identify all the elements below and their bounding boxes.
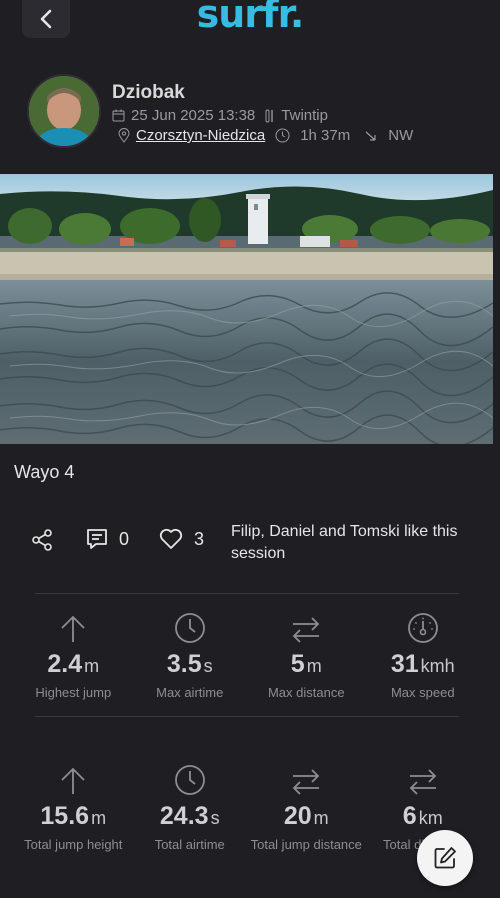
stats-top: 2.4 m Highest jump 3.5 s Max airtime 5m Ma… xyxy=(15,610,481,700)
stat-value: 31 xyxy=(390,650,419,678)
wind-direction: NW xyxy=(388,127,414,144)
session-meta-secondary: Czorsztyn-Niedzica 1h 37m NW xyxy=(118,127,413,144)
stat-highest-jump: 2.4 m Highest jump xyxy=(15,610,132,700)
heart-icon xyxy=(159,528,183,549)
session-date: 25 Jun 2025 13:38 xyxy=(131,107,256,124)
stat-unit: s xyxy=(203,656,213,676)
stat-total-jump-distance: 20 m Total jump distance xyxy=(248,762,365,852)
clock-icon xyxy=(275,128,290,143)
share-button[interactable] xyxy=(30,528,54,557)
stat-label: Max airtime xyxy=(156,685,224,700)
stat-value: 5 xyxy=(290,650,305,678)
swap-arrows-icon xyxy=(248,762,365,796)
stat-label: Total jump distance xyxy=(250,837,362,852)
stat-max-distance: 5m Max distance xyxy=(248,610,365,700)
stat-label: Highest jump xyxy=(35,685,112,700)
stat-unit: km xyxy=(418,808,443,828)
stat-value: 20 xyxy=(283,802,312,830)
edit-icon xyxy=(434,847,456,869)
stat-max-airtime: 3.5 s Max airtime xyxy=(132,610,249,700)
stat-label: Max distance xyxy=(267,685,345,700)
stat-label: Total airtime xyxy=(154,837,225,852)
stat-unit: m xyxy=(91,808,107,828)
stat-value: 15.6 xyxy=(40,802,90,830)
comment-icon xyxy=(87,529,107,549)
session-duration: 1h 37m xyxy=(300,127,351,144)
divider xyxy=(35,593,459,594)
speedometer-icon xyxy=(365,610,482,644)
wind-direction-icon xyxy=(364,130,378,142)
clock-icon xyxy=(132,762,249,796)
avatar[interactable] xyxy=(27,74,101,148)
likes-summary[interactable]: Filip, Daniel and Tomski like this sessi… xyxy=(231,521,491,565)
session-title: Wayo 4 xyxy=(14,462,75,482)
clock-icon xyxy=(132,610,249,644)
comment-button[interactable]: 0 xyxy=(85,527,129,551)
stat-value: 24.3 xyxy=(159,802,209,830)
stat-total-airtime: 24.3 s Total airtime xyxy=(132,762,249,852)
stat-label: Total jump height xyxy=(24,837,123,852)
stat-max-speed: 31 kmh Max speed xyxy=(365,610,482,700)
stat-unit: kmh xyxy=(420,656,455,676)
stat-value: 2.4 xyxy=(47,650,83,678)
stat-unit: s xyxy=(210,808,220,828)
divider xyxy=(35,716,459,717)
stat-label: Max speed xyxy=(390,685,455,700)
calendar-icon xyxy=(112,109,125,122)
stat-unit: m xyxy=(306,656,322,676)
stat-value: 6 xyxy=(402,802,417,830)
like-button[interactable]: 3 xyxy=(158,527,204,551)
stat-total-jump-height: 15.6 m Total jump height xyxy=(15,762,132,852)
edit-session-button[interactable] xyxy=(417,830,473,886)
comment-count: 0 xyxy=(119,528,130,549)
swap-arrows-icon xyxy=(248,610,365,644)
stats-bottom: 15.6 m Total jump height 24.3 s Total airt… xyxy=(15,762,481,852)
stat-unit: m xyxy=(84,656,100,676)
arrow-up-icon xyxy=(15,610,132,644)
swap-arrows-icon xyxy=(365,762,482,796)
share-icon xyxy=(32,529,52,551)
location-link[interactable]: Czorsztyn-Niedzica xyxy=(136,127,265,144)
username[interactable]: Dziobak xyxy=(112,82,185,104)
session-meta-primary: 25 Jun 2025 13:38 Twintip xyxy=(112,107,328,124)
stat-unit: m xyxy=(313,808,329,828)
board-icon xyxy=(265,109,275,123)
location-pin-icon xyxy=(118,128,130,143)
stat-value: 3.5 xyxy=(166,650,202,678)
like-count: 3 xyxy=(194,528,205,549)
session-photo[interactable] xyxy=(0,174,493,444)
social-actions: 0 3 Filip, Daniel and Tomski like this s… xyxy=(30,518,480,568)
board-type: Twintip xyxy=(281,107,328,124)
arrow-up-icon xyxy=(15,762,132,796)
app-logo: surfr. xyxy=(0,0,500,36)
